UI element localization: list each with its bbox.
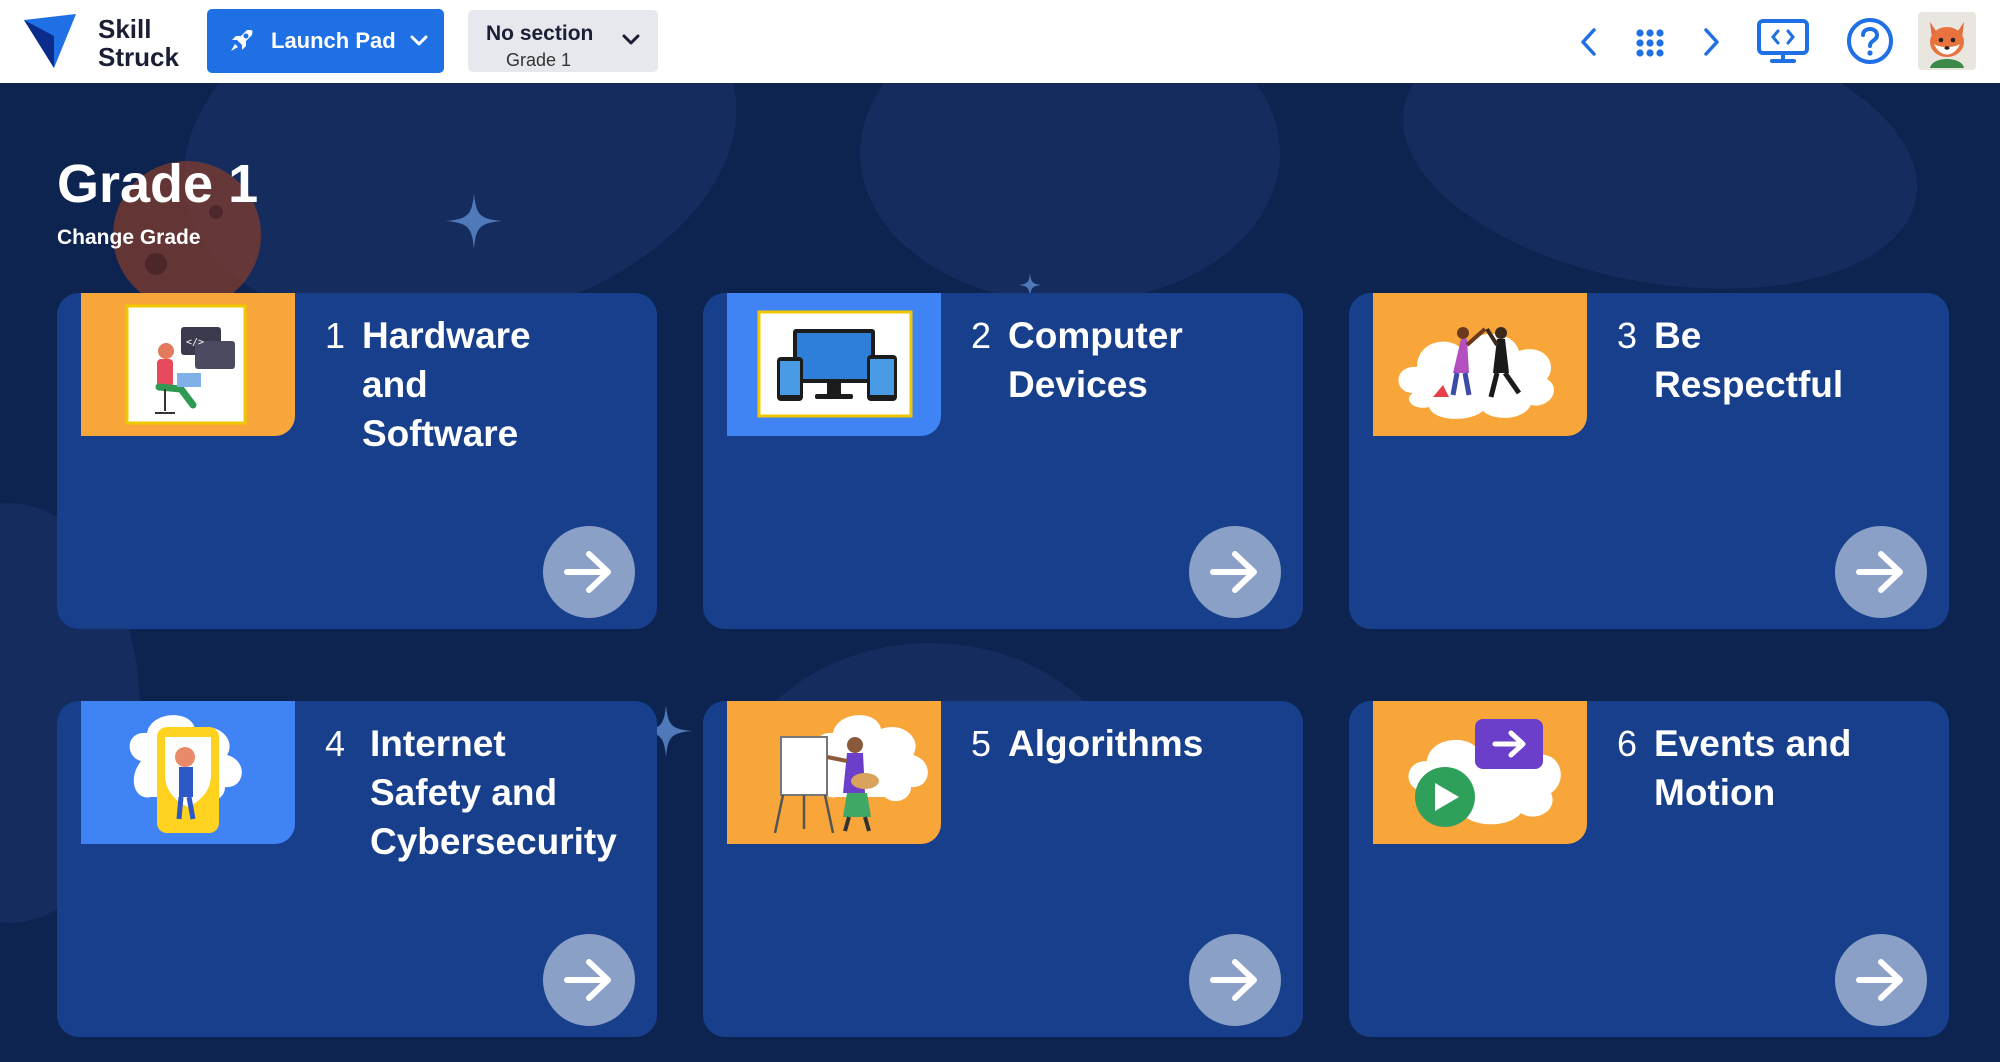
open-lesson-button[interactable] bbox=[1189, 526, 1281, 618]
card-title: Events and Motion bbox=[1654, 723, 1852, 813]
star-icon bbox=[446, 193, 502, 249]
background-blob bbox=[1381, 83, 1939, 327]
open-lesson-button[interactable] bbox=[1189, 934, 1281, 1026]
arrow-right-icon bbox=[564, 551, 611, 593]
arrow-right-icon bbox=[1210, 959, 1257, 1001]
page-title: Grade 1 bbox=[57, 154, 259, 214]
lesson-card-3[interactable]: 3 Be Respectful bbox=[1349, 293, 1949, 629]
card-thumbnail bbox=[81, 701, 295, 844]
painter-easel-icon bbox=[773, 715, 928, 834]
lesson-card-5[interactable]: 5 Algorithms bbox=[703, 701, 1303, 1037]
chevron-down-icon bbox=[410, 35, 428, 46]
arrow-right-icon bbox=[1856, 959, 1903, 1001]
devices-icon bbox=[757, 310, 913, 418]
arrow-right-icon bbox=[1856, 551, 1903, 593]
events-motion-icon bbox=[1408, 719, 1561, 827]
background-blob bbox=[860, 83, 1280, 303]
rocket-icon bbox=[231, 30, 253, 51]
open-lesson-button[interactable] bbox=[1835, 934, 1927, 1026]
user-avatar[interactable] bbox=[1918, 12, 1976, 70]
chevron-down-icon bbox=[622, 34, 640, 45]
arrow-right-icon bbox=[1210, 551, 1257, 593]
chevron-left-icon[interactable] bbox=[1578, 26, 1600, 58]
section-grade: Grade 1 bbox=[506, 50, 572, 70]
card-title: Be Respectful bbox=[1654, 315, 1844, 405]
fox-avatar-icon bbox=[1918, 12, 1976, 70]
card-title: Algorithms bbox=[1008, 723, 1204, 764]
internet-safety-icon bbox=[129, 715, 242, 833]
lesson-card-6[interactable]: 6 Events and Motion bbox=[1349, 701, 1949, 1037]
card-thumbnail: </> bbox=[81, 293, 295, 436]
section-select[interactable]: No section Grade 1 bbox=[468, 10, 658, 72]
skill-struck-logo-icon[interactable] bbox=[24, 14, 76, 68]
card-thumbnail bbox=[727, 293, 941, 436]
card-number: 6 bbox=[1617, 723, 1638, 764]
card-number: 3 bbox=[1617, 315, 1638, 356]
card-number: 2 bbox=[971, 315, 992, 356]
help-icon[interactable] bbox=[1846, 17, 1894, 65]
card-title: Hardware and Software bbox=[362, 315, 531, 454]
card-title: Internet Safety and Cybersecurity bbox=[370, 723, 617, 862]
open-lesson-button[interactable] bbox=[1835, 526, 1927, 618]
launch-pad-label: Launch Pad bbox=[271, 28, 396, 53]
open-lesson-button[interactable] bbox=[543, 934, 635, 1026]
person-computer-icon: </> bbox=[125, 304, 247, 425]
arrow-right-icon bbox=[564, 959, 611, 1001]
apps-grid-icon[interactable] bbox=[1636, 29, 1664, 57]
card-number: 4 bbox=[325, 723, 346, 764]
lesson-card-1[interactable]: </> 1 Hardware and Software bbox=[57, 293, 657, 629]
launch-pad-button[interactable]: Launch Pad bbox=[207, 9, 444, 73]
card-number: 5 bbox=[971, 723, 992, 764]
lesson-card-2[interactable]: 2 Computer Devices bbox=[703, 293, 1303, 629]
high-five-icon bbox=[1398, 327, 1555, 419]
top-bar: Skill Struck Launch Pad No section Grade… bbox=[0, 0, 2000, 83]
card-thumbnail bbox=[1373, 701, 1587, 844]
section-label: No section bbox=[486, 22, 594, 45]
open-lesson-button[interactable] bbox=[543, 526, 635, 618]
chevron-right-icon[interactable] bbox=[1700, 26, 1722, 58]
svg-text:</>: </> bbox=[186, 337, 204, 348]
card-number: 1 bbox=[325, 315, 346, 356]
change-grade-link[interactable]: Change Grade bbox=[57, 226, 201, 250]
lesson-card-4[interactable]: 4 Internet Safety and Cybersecurity bbox=[57, 701, 657, 1037]
logo-text[interactable]: Skill Struck bbox=[98, 15, 198, 71]
card-thumbnail bbox=[1373, 293, 1587, 436]
present-screen-icon[interactable] bbox=[1756, 18, 1810, 64]
card-thumbnail bbox=[727, 701, 941, 844]
card-title: Computer Devices bbox=[1008, 315, 1183, 405]
main-area: Grade 1 Change Grade </> 1 Hardware and … bbox=[0, 83, 2000, 1062]
